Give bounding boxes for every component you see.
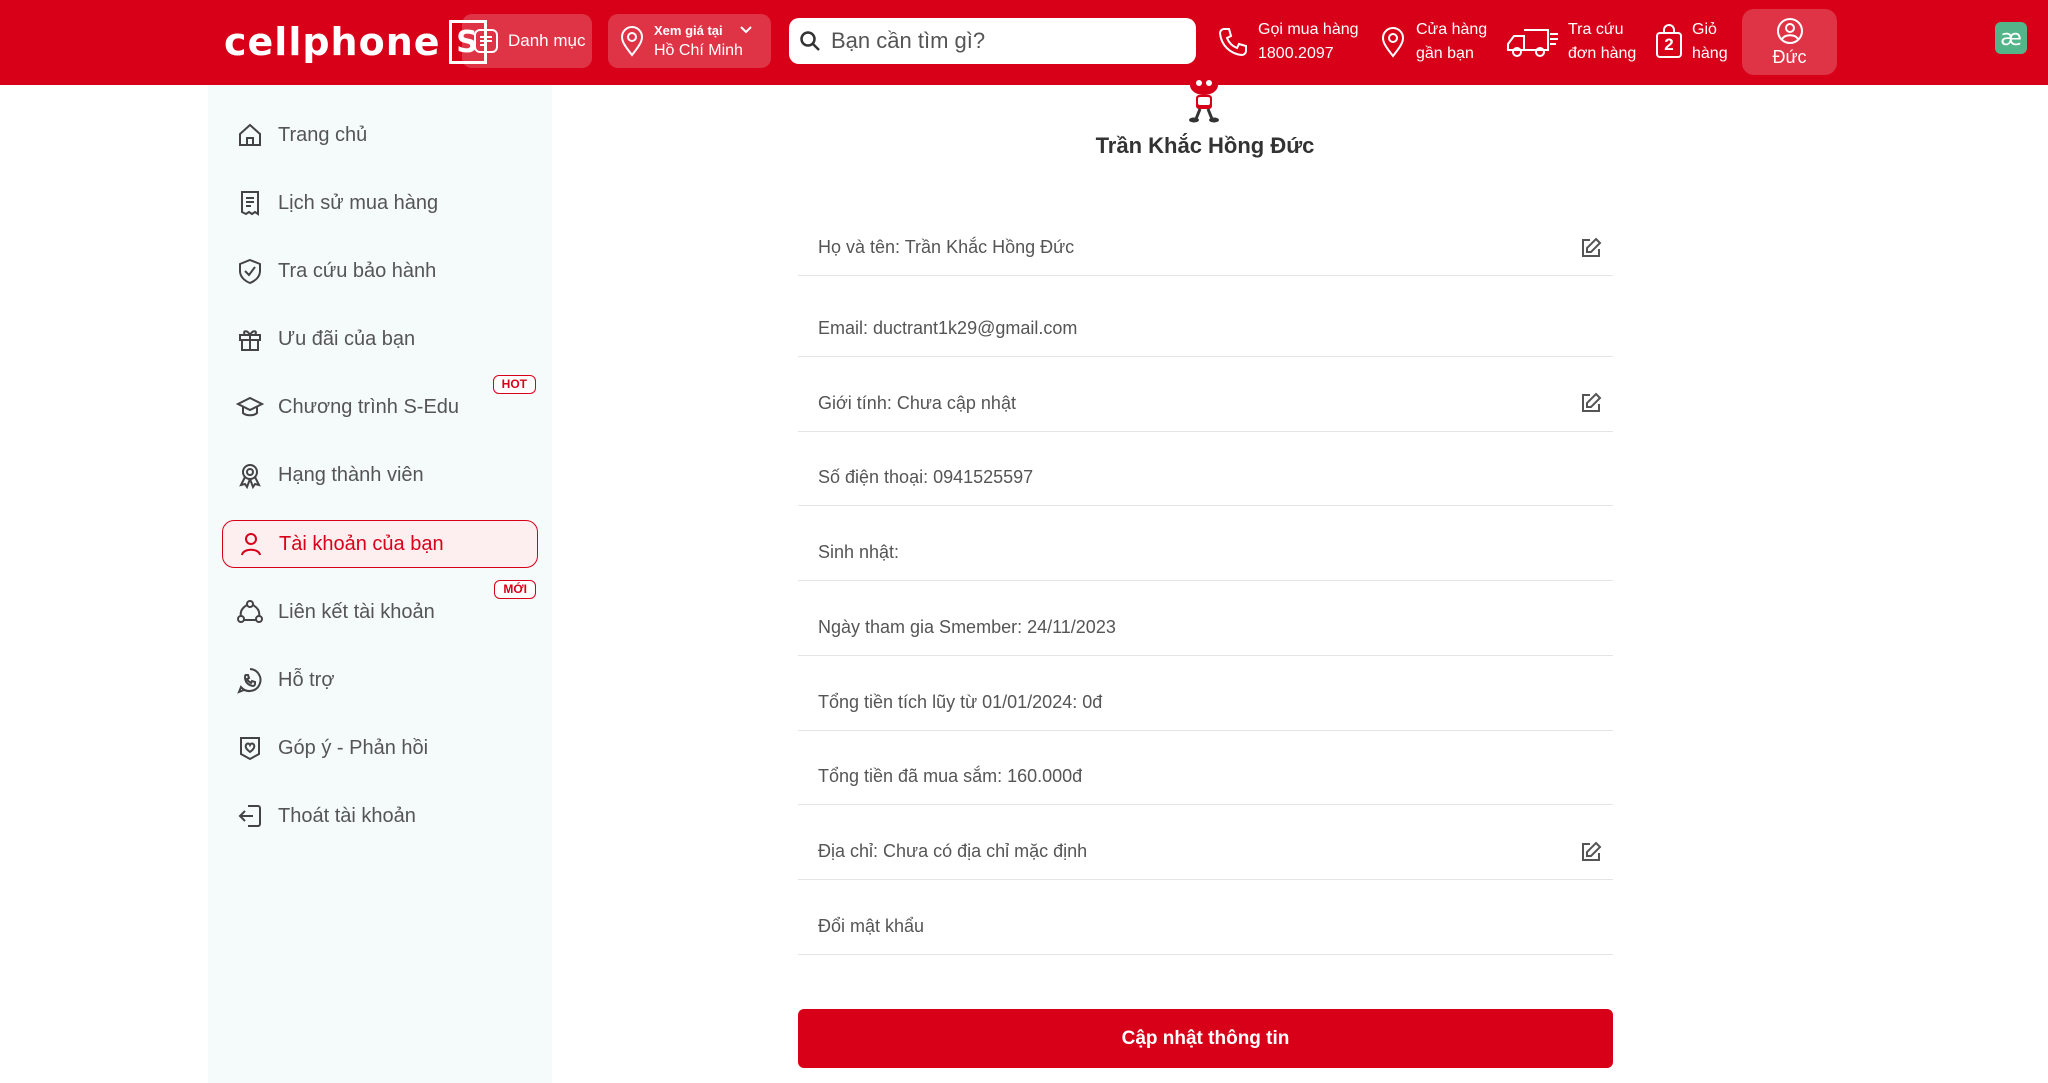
tracking-label-line2: đơn hàng: [1568, 45, 1637, 62]
sidebar-item-home[interactable]: Trang chủ: [222, 111, 538, 159]
category-menu-button[interactable]: Danh mục: [462, 14, 592, 68]
home-icon: [234, 119, 266, 151]
sidebar-item-label: Tra cứu bảo hành: [278, 259, 437, 282]
tracking-label-line1: Tra cứu: [1568, 21, 1624, 38]
sidebar-item-label: Liên kết tài khoản: [278, 600, 435, 623]
sidebar-item-label: Góp ý - Phản hồi: [278, 736, 429, 759]
cart-count: 2: [1664, 35, 1674, 54]
field-birthday: Sinh nhật:: [798, 525, 1613, 581]
heart-shield-icon: [234, 732, 266, 764]
profile-name: Trần Khắc Hồng Đức: [1095, 133, 1315, 158]
menu-list-icon: [472, 27, 500, 55]
logout-icon: [234, 800, 266, 832]
category-label: Danh mục: [508, 31, 586, 50]
edit-icon[interactable]: [1579, 840, 1603, 864]
field-text: Email: ductrant1k29@gmail.com: [818, 318, 1078, 338]
sidebar-item-label: Thoát tài khoản: [278, 804, 416, 827]
sidebar-item-warranty[interactable]: Tra cứu bảo hành: [222, 247, 538, 295]
sidebar-item-label: Lịch sử mua hàng: [278, 191, 439, 214]
field-join-date: Ngày tham gia Smember: 24/11/2023: [798, 600, 1613, 656]
field-text: Tổng tiền đã mua sắm: 160.000đ: [818, 766, 1083, 786]
update-info-button[interactable]: Cập nhật thông tin: [798, 1009, 1613, 1068]
field-text: Số điện thoại: 0941525597: [818, 467, 1034, 487]
field-text: Địa chỉ: Chưa có địa chỉ mặc định: [818, 841, 1088, 861]
sidebar-item-label: Chương trình S-Edu: [278, 395, 460, 418]
delivery-truck-icon: [1504, 24, 1560, 60]
field-email: Email: ductrant1k29@gmail.com: [798, 301, 1613, 357]
field-text: Họ và tên: Trần Khắc Hồng Đức: [818, 237, 1075, 257]
field-text: Đổi mật khẩu: [818, 916, 925, 936]
sidebar-item-offers[interactable]: Ưu đãi của bạn: [222, 315, 538, 363]
sidebar-item-order-history[interactable]: Lịch sử mua hàng: [222, 179, 538, 227]
field-gender: Giới tính: Chưa cập nhật: [798, 375, 1613, 432]
user-name: Đức: [1772, 46, 1807, 67]
sidebar-item-label: Ưu đãi của bạn: [278, 327, 416, 350]
field-phone: Số điện thoại: 0941525597: [798, 450, 1613, 506]
store-pin-icon: [1378, 25, 1408, 59]
location-selector[interactable]: Xem giá tại Hồ Chí Minh: [608, 14, 771, 68]
sidebar-item-s-edu[interactable]: Chương trình S-Edu HOT: [222, 375, 538, 431]
hotline-link[interactable]: Gọi mua hàng 1800.2097: [1216, 16, 1359, 68]
ae-extension-icon[interactable]: æ: [1995, 22, 2027, 54]
cart-label-line1: Giỏ: [1692, 21, 1717, 38]
gift-icon: [234, 323, 266, 355]
chevron-down-icon: [738, 22, 754, 38]
field-text: Sinh nhật:: [818, 542, 900, 562]
hot-badge: HOT: [492, 375, 536, 394]
user-icon: [235, 528, 267, 560]
field-full-name: Họ và tên: Trần Khắc Hồng Đức: [798, 220, 1613, 276]
location-city: Hồ Chí Minh: [654, 42, 743, 59]
cart-label-line2: hàng: [1692, 45, 1728, 62]
sidebar-item-linked-accounts[interactable]: Liên kết tài khoản MỚI: [222, 580, 538, 636]
field-accumulated-total: Tổng tiền tích lũy từ 01/01/2024: 0đ: [798, 674, 1613, 731]
field-text: Giới tính: Chưa cập nhật: [818, 392, 1016, 413]
sidebar-item-label: Hỗ trợ: [278, 668, 335, 691]
location-prefix: Xem giá tại: [654, 23, 723, 38]
cellphones-logo[interactable]: cellphone S: [224, 16, 487, 68]
sidebar-item-membership[interactable]: Hạng thành viên: [222, 451, 538, 499]
sidebar-item-support[interactable]: Hỗ trợ: [222, 656, 538, 704]
search-input[interactable]: [829, 27, 1173, 55]
sidebar-item-label: Hạng thành viên: [278, 463, 424, 486]
field-total-spent: Tổng tiền đã mua sắm: 160.000đ: [798, 749, 1613, 805]
sidebar-item-label: Tài khoản của bạn: [279, 532, 444, 555]
link-nodes-icon: [234, 596, 266, 628]
stores-label-line1: Cửa hàng: [1416, 21, 1488, 38]
user-circle-icon: [1776, 17, 1804, 45]
hotline-number: 1800.2097: [1258, 45, 1334, 62]
store-locator-link[interactable]: Cửa hàng gần bạn: [1378, 16, 1487, 68]
order-tracking-link[interactable]: Tra cứu đơn hàng: [1504, 16, 1636, 68]
search-icon: [799, 30, 821, 52]
sidebar-item-logout[interactable]: Thoát tài khoản: [222, 792, 538, 840]
change-password-link[interactable]: Đổi mật khẩu: [798, 899, 1613, 955]
cart-link[interactable]: 2 Giỏ hàng: [1654, 16, 1728, 68]
sidebar-item-account[interactable]: Tài khoản của bạn: [222, 520, 538, 568]
phone-chat-icon: [234, 664, 266, 696]
hotline-label: Gọi mua hàng: [1258, 21, 1359, 38]
sidebar-item-feedback[interactable]: Góp ý - Phản hồi: [222, 724, 538, 772]
edit-icon[interactable]: [1579, 391, 1603, 415]
receipt-icon: [234, 187, 266, 219]
field-text: Ngày tham gia Smember: 24/11/2023: [818, 617, 1116, 637]
account-sidebar: Trang chủ Lịch sử mua hàng Tra cứu bảo h…: [208, 85, 552, 1083]
phone-icon: [1216, 25, 1250, 59]
mascot-avatar: [1176, 75, 1232, 123]
new-badge: MỚI: [494, 580, 536, 599]
search-bar[interactable]: [789, 18, 1196, 64]
map-pin-icon: [618, 25, 646, 57]
field-address: Địa chỉ: Chưa có địa chỉ mặc định: [798, 824, 1613, 880]
shopping-bag-icon: 2: [1654, 24, 1684, 60]
logo-text: cellphone: [224, 20, 441, 64]
user-account-button[interactable]: Đức: [1742, 9, 1837, 75]
sidebar-item-label: Trang chủ: [278, 123, 368, 146]
shield-check-icon: [234, 255, 266, 287]
field-text: Tổng tiền tích lũy từ 01/01/2024: 0đ: [818, 691, 1103, 712]
stores-label-line2: gần bạn: [1416, 45, 1474, 62]
graduation-cap-icon: [234, 391, 266, 423]
award-icon: [234, 459, 266, 491]
edit-icon[interactable]: [1579, 236, 1603, 260]
top-header: cellphone S Danh mục Xem giá tại Hồ Chí …: [0, 0, 2048, 85]
